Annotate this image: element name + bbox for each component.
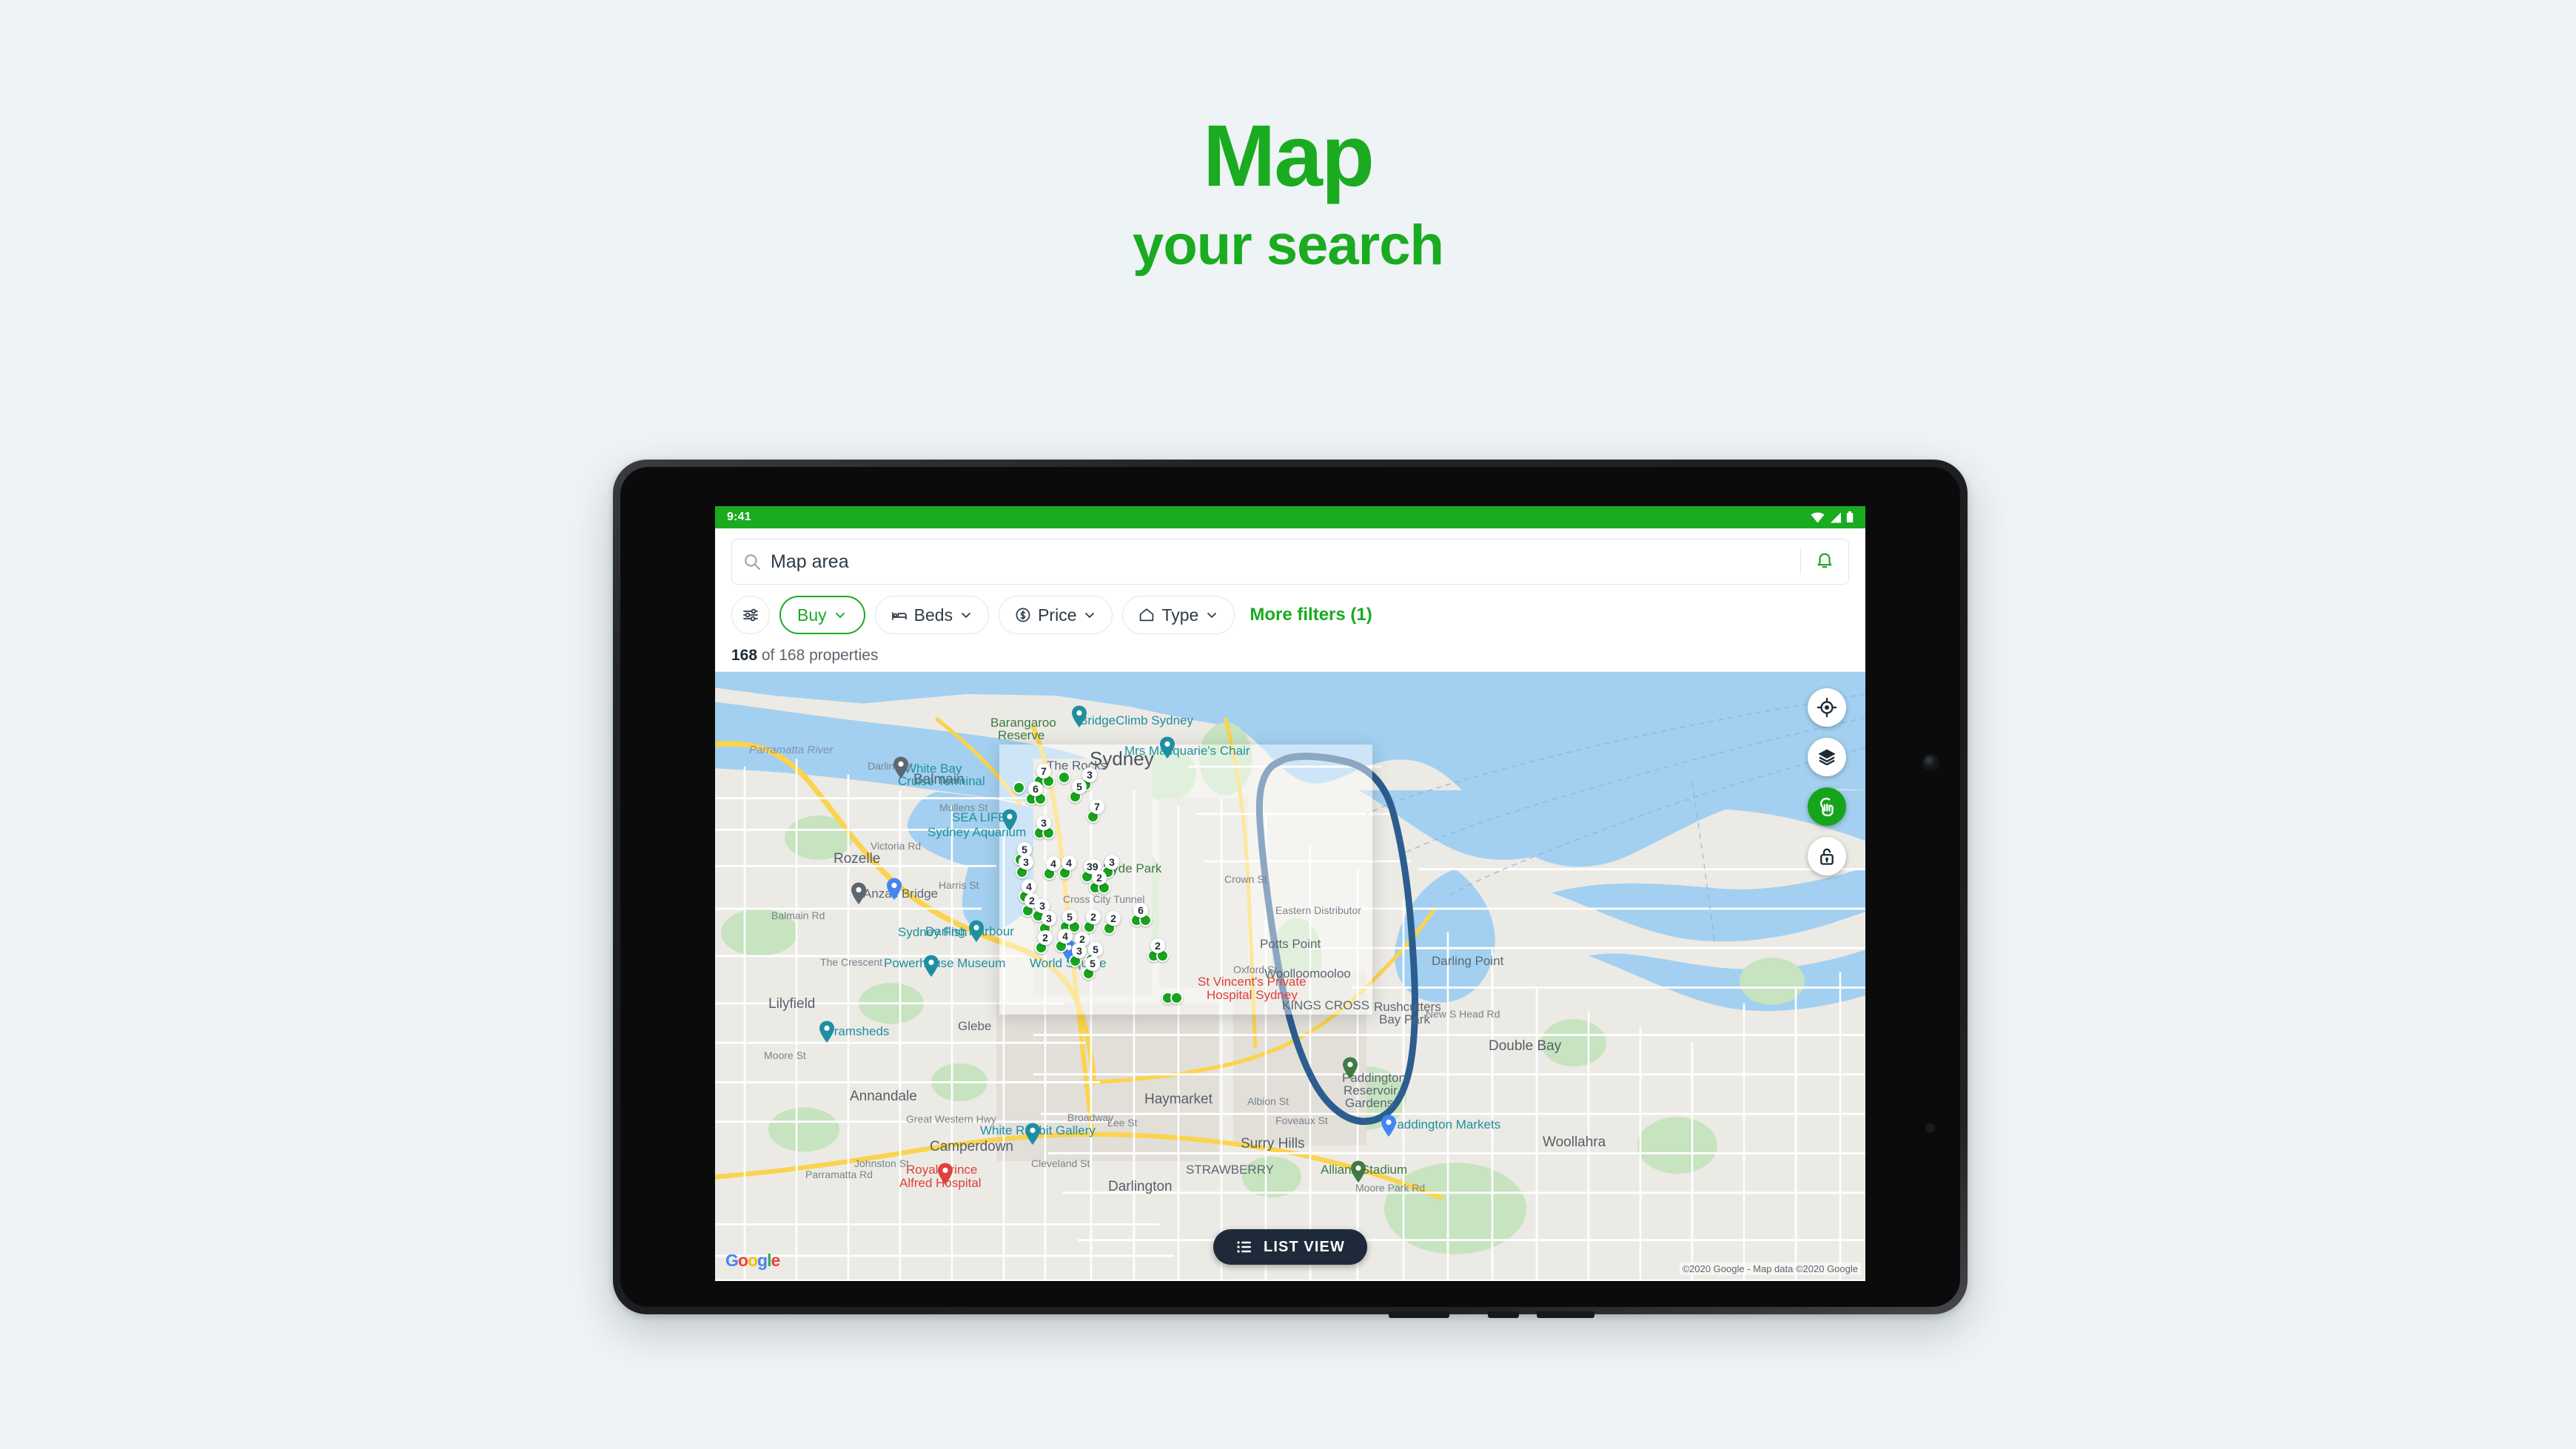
hero-headline: Map your search: [0, 107, 2576, 278]
results-count: 168 of 168 properties: [715, 647, 1865, 672]
app-screen: 9:41 Map area Buy Beds Price Type More f…: [715, 506, 1865, 1281]
more-filters-button[interactable]: More filters (1): [1250, 605, 1372, 625]
device-button-volume-down[interactable]: [1488, 1311, 1519, 1318]
map-canvas[interactable]: Balmain Rozelle Lilyfield Annandale Camperdo…: [715, 672, 1865, 1280]
chevron-down-icon: [1085, 613, 1095, 618]
logo-letter: e: [771, 1251, 780, 1270]
draw-icon: [1819, 797, 1834, 816]
filter-chip-beds-label: Beds: [913, 605, 953, 625]
sensor-icon: [1925, 1123, 1935, 1133]
map-tiles: [715, 672, 1865, 1280]
layers-icon: [1818, 749, 1836, 766]
status-clock: 9:41: [727, 511, 751, 523]
logo-letter: G: [725, 1251, 739, 1270]
bell-icon[interactable]: [1814, 551, 1835, 572]
search-row: Map area: [715, 528, 1865, 585]
tune-filters-button[interactable]: [731, 596, 770, 634]
search-input[interactable]: Map area: [731, 539, 1849, 585]
price-icon: [1016, 608, 1030, 622]
list-view-button[interactable]: LIST VIEW: [1213, 1229, 1367, 1265]
draw-area-button[interactable]: [1808, 787, 1846, 826]
page-subtitle: your search: [1133, 213, 1444, 277]
home-icon: [1140, 608, 1154, 622]
filter-bar: Buy Beds Price Type More filters (1): [715, 585, 1865, 647]
lock-map-button[interactable]: [1808, 837, 1846, 875]
logo-letter: o: [747, 1251, 758, 1270]
filter-chip-price-label: Price: [1038, 605, 1077, 625]
chevron-down-icon: [835, 612, 845, 618]
device-button-power[interactable]: [1389, 1311, 1449, 1318]
results-count-number: 168: [731, 647, 758, 664]
divider: [1799, 549, 1801, 574]
google-logo: Google: [725, 1251, 780, 1271]
filter-chip-beds[interactable]: Beds: [874, 596, 990, 634]
search-icon: [745, 554, 760, 570]
results-count-suffix: of 168 properties: [757, 647, 879, 664]
my-location-button[interactable]: [1808, 688, 1846, 727]
status-icons: [1811, 511, 1854, 523]
list-view-label: LIST VIEW: [1264, 1238, 1345, 1255]
filter-chip-price[interactable]: Price: [999, 596, 1113, 634]
chevron-down-icon: [1207, 613, 1217, 618]
list-icon: [1237, 1241, 1252, 1253]
page-title: Map: [1203, 107, 1375, 205]
logo-letter: g: [757, 1251, 768, 1270]
status-bar: 9:41: [715, 506, 1865, 528]
bed-icon: [891, 612, 907, 620]
filter-chip-buy[interactable]: Buy: [779, 596, 865, 634]
filter-chip-type[interactable]: Type: [1122, 596, 1235, 634]
map-layers-button[interactable]: [1808, 738, 1846, 776]
map-controls: [1808, 688, 1846, 875]
front-camera-icon: [1924, 756, 1937, 769]
search-value: Map area: [771, 551, 849, 572]
wifi-icon: [1811, 512, 1825, 522]
map-attribution: ©2020 Google - Map data ©2020 Google: [1679, 1263, 1861, 1275]
filter-chip-type-label: Type: [1161, 605, 1199, 625]
filter-chip-buy-label: Buy: [797, 605, 827, 625]
unlock-icon: [1820, 848, 1834, 865]
logo-letter: o: [737, 1251, 748, 1270]
my-location-icon: [1817, 697, 1837, 718]
tune-sliders-icon: [743, 608, 758, 622]
device-button-volume-up[interactable]: [1537, 1311, 1594, 1318]
chevron-down-icon: [962, 613, 970, 618]
battery-icon: [1846, 511, 1854, 522]
signal-icon: [1831, 512, 1841, 522]
